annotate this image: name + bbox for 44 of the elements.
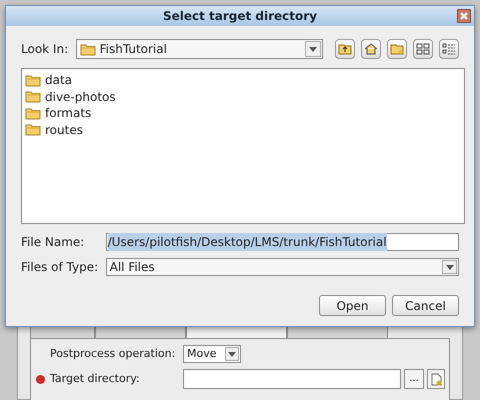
field-label: Target directory: — [50, 370, 141, 387]
list-view-button[interactable] — [413, 39, 433, 59]
document-icon — [430, 372, 442, 386]
up-folder-icon — [338, 43, 352, 55]
caret-icon — [446, 264, 454, 270]
folder-icon — [25, 74, 41, 87]
details-view-button[interactable] — [439, 39, 459, 59]
folder-icon — [25, 90, 41, 104]
caret-icon — [309, 46, 317, 52]
close-icon — [460, 12, 468, 20]
home-icon — [364, 43, 378, 55]
window-title: Select target directory — [162, 8, 318, 25]
new-folder-button[interactable] — [427, 369, 445, 389]
file-type-dropdown[interactable]: All Files — [106, 258, 459, 276]
caret-icon — [228, 352, 236, 356]
file-name-value: /Users/pilotfish/Desktop/LMS/trunk/FishTutorial — [108, 233, 387, 251]
home-button[interactable] — [361, 39, 381, 59]
folder-icon — [80, 42, 96, 56]
cancel-button[interactable]: Cancel — [392, 295, 459, 316]
folder-item[interactable]: data — [25, 72, 74, 88]
open-button[interactable]: Open — [319, 295, 386, 316]
dropdown-value: All Files — [110, 259, 155, 276]
look-in-label: Look In: — [21, 41, 70, 58]
folder-icon — [25, 106, 41, 120]
folder-item[interactable]: formats — [25, 105, 94, 122]
file-name-field[interactable]: /Users/pilotfish/Desktop/LMS/trunk/FishTutorial — [106, 233, 459, 251]
folder-item[interactable]: dive-photos — [25, 88, 118, 105]
file-name-label: File Name: — [21, 234, 86, 251]
look-in-dropdown[interactable]: FishTutorial — [76, 39, 323, 59]
close-button[interactable] — [457, 9, 471, 23]
browse-button[interactable]: ... — [404, 369, 424, 389]
file-type-label: Files of Type: — [21, 259, 100, 276]
operation-dropdown[interactable]: Move — [183, 345, 241, 363]
directory-field[interactable] — [183, 369, 401, 389]
up-folder-button[interactable] — [335, 39, 355, 59]
dropdown-value: FishTutorial — [100, 41, 168, 58]
list-view-icon — [416, 43, 430, 55]
field-label: Postprocess operation: — [50, 346, 176, 362]
folder-item[interactable]: routes — [25, 122, 85, 138]
new-folder-button[interactable] — [387, 39, 407, 59]
new-folder-icon — [390, 43, 404, 55]
details-view-icon — [442, 43, 456, 55]
folder-icon — [25, 123, 41, 136]
dropdown-value: Move — [187, 346, 216, 362]
